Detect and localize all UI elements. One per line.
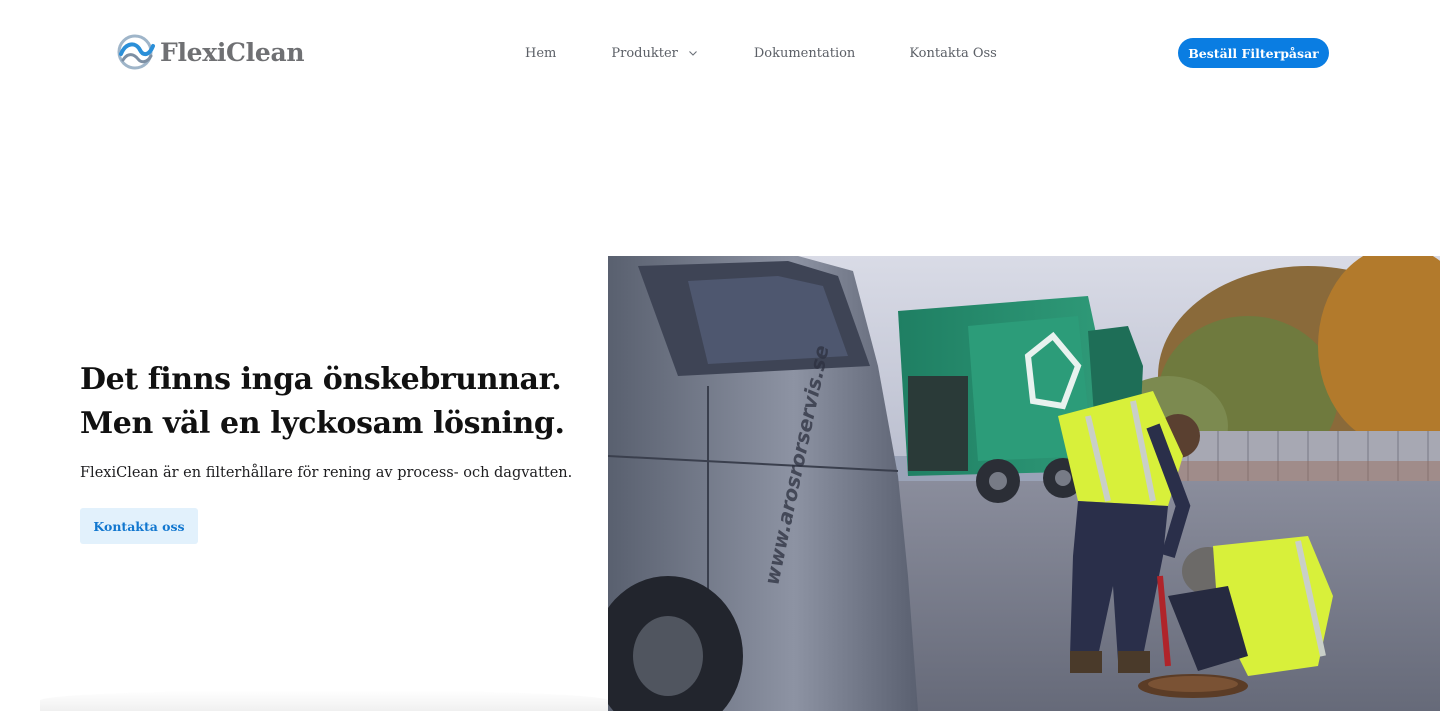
logo-text: FlexiClean xyxy=(160,37,305,67)
logo[interactable]: FlexiClean xyxy=(116,32,305,72)
hero-description: FlexiClean är en filterhållare för renin… xyxy=(80,465,573,481)
page: FlexiClean Hem Produkter Dokumentation K… xyxy=(0,0,1440,711)
order-filter-bags-button[interactable]: Beställ Filterpåsar xyxy=(1178,38,1329,68)
hero-photo: www.arosrorservis.se xyxy=(608,256,1440,711)
workers-at-manhole-photo: www.arosrorservis.se xyxy=(608,256,1440,711)
main-nav: Hem Produkter Dokumentation Kontakta Oss xyxy=(525,43,997,63)
hero-title-line-2: Men väl en lyckosam lösning. xyxy=(80,406,565,441)
contact-button[interactable]: Kontakta oss xyxy=(80,508,198,544)
chevron-down-icon xyxy=(688,51,697,56)
nav-item-hem[interactable]: Hem xyxy=(525,46,556,61)
hero-title-line-1: Det finns inga önskebrunnar. xyxy=(80,362,562,397)
hero-title: Det finns inga önskebrunnar. Men väl en … xyxy=(80,358,580,446)
nav-item-produkter[interactable]: Produkter xyxy=(611,46,699,61)
site-header: FlexiClean Hem Produkter Dokumentation K… xyxy=(0,0,1440,105)
wave-drop-icon xyxy=(117,34,155,70)
section-shadow xyxy=(40,690,608,711)
nav-item-dokumentation[interactable]: Dokumentation xyxy=(754,46,855,61)
nav-item-label: Produkter xyxy=(611,45,678,61)
nav-item-kontakta-oss[interactable]: Kontakta Oss xyxy=(909,46,997,61)
